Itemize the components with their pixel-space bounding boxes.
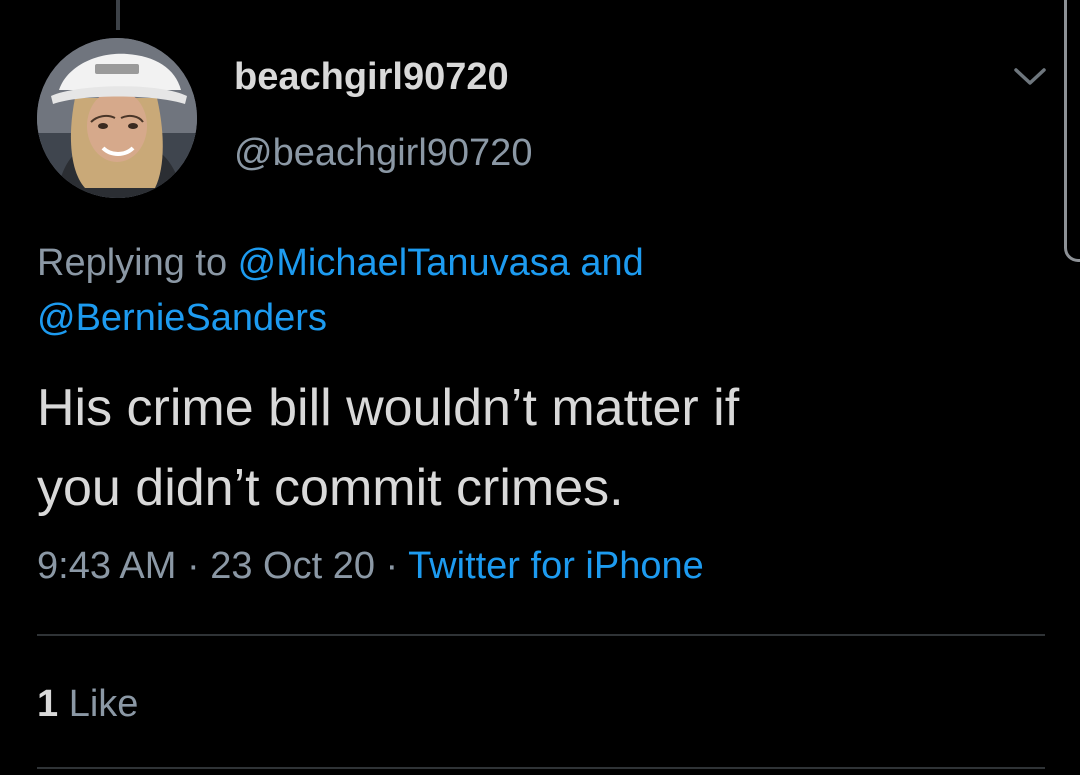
avatar[interactable] xyxy=(37,38,197,198)
replying-to-label: Replying to xyxy=(37,242,238,284)
tweet-text-line: you didn’t commit crimes. xyxy=(37,459,624,517)
meta-separator: · xyxy=(176,545,211,587)
like-label: Like xyxy=(58,683,139,725)
mention-link[interactable]: @BernieSanders xyxy=(37,297,327,339)
mention-link[interactable]: @MichaelTanuvasa xyxy=(238,242,570,284)
thread-connector-line xyxy=(116,0,120,30)
tweet-meta: 9:43 AM · 23 Oct 20 · Twitter for iPhone xyxy=(37,545,704,588)
tweet-text-line: His crime bill wouldn’t matter if xyxy=(37,379,740,437)
profile-photo-icon xyxy=(37,38,197,198)
like-count: 1 xyxy=(37,683,59,725)
chevron-down-icon[interactable] xyxy=(1010,60,1050,92)
tweet-time[interactable]: 9:43 AM xyxy=(37,545,176,587)
user-handle[interactable]: @beachgirl90720 xyxy=(234,132,532,175)
display-name[interactable]: beachgirl90720 xyxy=(234,56,509,99)
likes-stat[interactable]: 1 Like xyxy=(37,683,138,726)
scrollbar[interactable] xyxy=(1064,0,1080,262)
reply-joiner: and xyxy=(569,242,644,284)
replying-to: Replying to @MichaelTanuvasa and @Bernie… xyxy=(37,236,1037,346)
tweet-text: His crime bill wouldn’t matter if you di… xyxy=(37,368,1047,528)
divider xyxy=(37,634,1045,636)
tweet-date[interactable]: 23 Oct 20 xyxy=(210,545,375,587)
meta-separator: · xyxy=(374,545,409,587)
divider xyxy=(37,767,1045,769)
tweet-source-link[interactable]: Twitter for iPhone xyxy=(408,545,704,587)
